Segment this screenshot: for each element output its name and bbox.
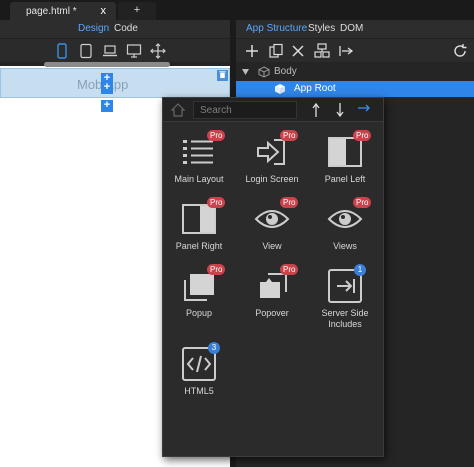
document-tab[interactable]: page.html * x — [10, 2, 116, 20]
count-badge: 3 — [208, 342, 220, 354]
insert-inside-icon[interactable] — [357, 102, 371, 118]
device-toolbar — [0, 38, 230, 62]
popup-header — [163, 98, 383, 122]
component-popup[interactable]: Pro Popup — [163, 264, 235, 330]
collapse-arrow-icon[interactable] — [242, 68, 250, 76]
pro-badge: Pro — [280, 197, 299, 208]
tree-label-app-root: App Root — [294, 83, 336, 94]
refresh-icon[interactable] — [452, 43, 468, 59]
component-login-screen[interactable]: Pro Login Screen — [236, 130, 308, 196]
insert-below-button[interactable]: + — [101, 100, 113, 112]
new-tab-button[interactable]: + — [118, 2, 156, 20]
app-structure-tab[interactable]: App Structure — [246, 23, 307, 34]
component-panel-right[interactable]: Pro Panel Right — [163, 197, 235, 263]
component-html5[interactable]: 3 HTML5 — [163, 342, 235, 408]
document-tab-title: page.html * — [26, 6, 77, 17]
styles-tab[interactable]: Styles — [308, 23, 335, 34]
move-icon[interactable] — [150, 43, 166, 59]
component-main-layout[interactable]: Pro Main Layout — [163, 130, 235, 196]
tree-label-body: Body — [274, 66, 297, 77]
pro-badge: Pro — [207, 197, 226, 208]
insert-middle-button[interactable]: + — [101, 82, 113, 94]
component-view[interactable]: Pro View — [236, 197, 308, 263]
component-label: Login Screen — [245, 174, 299, 184]
insert-component-popup: Pro Main Layout Pro Login Screen Pro Pan… — [162, 97, 384, 457]
component-label: Server Side Includes — [321, 308, 369, 329]
component-label: Popup — [185, 308, 213, 318]
component-panel-left[interactable]: Pro Panel Left — [309, 130, 381, 196]
structure-toolbar — [236, 38, 474, 62]
desktop-icon[interactable] — [126, 43, 142, 59]
component-label: Views — [333, 241, 357, 251]
component-label: View — [262, 241, 282, 251]
pro-badge: Pro — [353, 197, 372, 208]
component-search-input[interactable] — [193, 101, 297, 119]
component-label: HTML5 — [184, 386, 214, 396]
phone-icon[interactable] — [54, 43, 70, 59]
add-icon[interactable] — [244, 43, 260, 59]
dom-tab[interactable]: DOM — [340, 23, 363, 34]
unwrap-icon[interactable] — [338, 43, 354, 59]
cube-icon — [258, 66, 270, 78]
duplicate-icon[interactable] — [268, 43, 284, 59]
home-icon[interactable] — [170, 102, 186, 118]
canvas-scrollbar[interactable] — [44, 62, 170, 67]
cube-icon — [275, 84, 285, 94]
code-tab[interactable]: Code — [114, 23, 138, 34]
pro-badge: Pro — [353, 130, 372, 141]
component-popover[interactable]: Pro Popover — [236, 264, 308, 330]
delete-icon[interactable] — [290, 43, 306, 59]
tree-item-body[interactable]: Body — [236, 64, 474, 80]
laptop-icon[interactable] — [102, 43, 118, 59]
design-tab[interactable]: Design — [78, 23, 109, 34]
mobile-app-element[interactable]: Mob App — [0, 68, 230, 98]
insert-after-icon[interactable] — [333, 102, 347, 118]
component-views[interactable]: Pro Views — [309, 197, 381, 263]
wrap-icon[interactable] — [314, 43, 330, 59]
component-label: Panel Right — [175, 241, 223, 251]
component-label: Main Layout — [174, 174, 224, 184]
tree-item-app-root[interactable]: App Root — [236, 81, 474, 97]
insert-before-icon[interactable] — [309, 102, 323, 118]
view-mode-bar: Design Code — [0, 20, 230, 38]
pro-badge: Pro — [280, 264, 299, 275]
trash-icon — [219, 71, 226, 79]
component-label: Panel Left — [324, 174, 366, 184]
tablet-icon[interactable] — [78, 43, 94, 59]
component-server-side-includes[interactable]: 1 Server Side Includes — [309, 264, 381, 338]
pro-badge: Pro — [207, 130, 226, 141]
component-label: Popover — [255, 308, 289, 318]
pro-badge: Pro — [207, 264, 226, 275]
delete-element-button[interactable] — [217, 70, 228, 81]
close-tab-button[interactable]: x — [101, 5, 107, 17]
structure-tab-bar: App Structure Styles DOM — [236, 20, 474, 38]
count-badge: 1 — [354, 264, 366, 276]
document-tab-bar: page.html * x + — [0, 0, 474, 20]
pro-badge: Pro — [280, 130, 299, 141]
